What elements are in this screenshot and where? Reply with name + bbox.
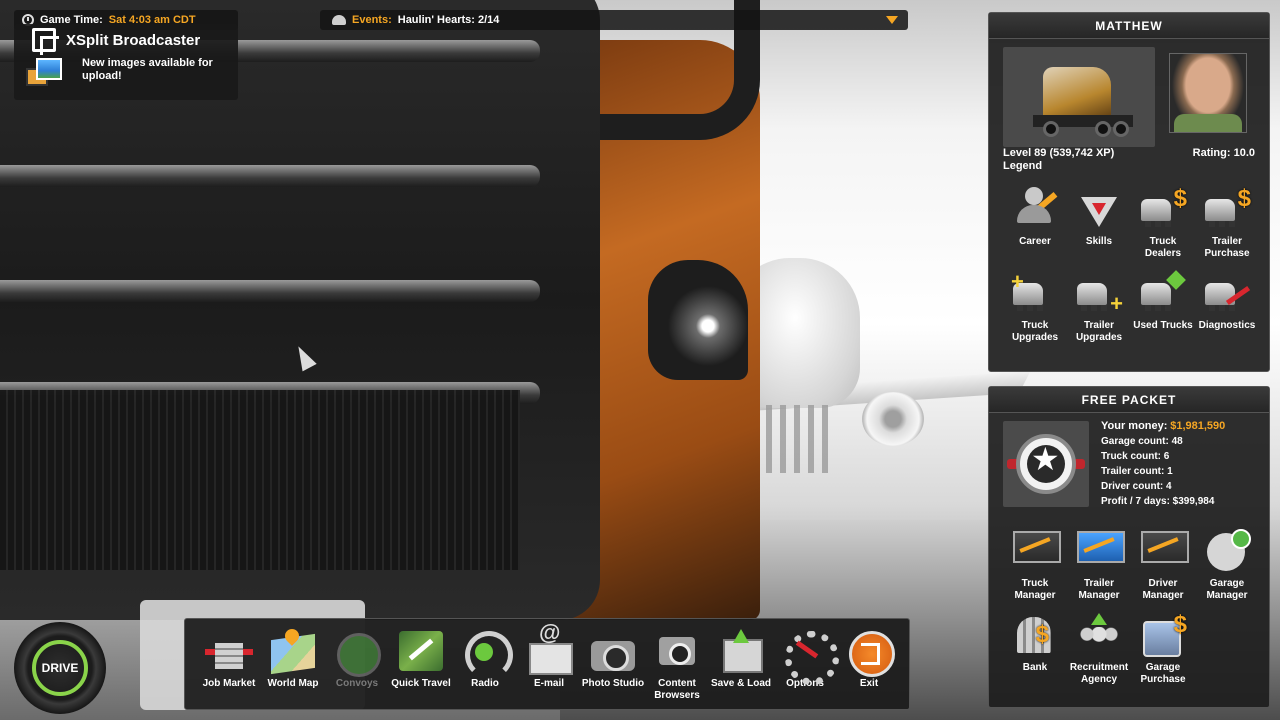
bank-icon: $	[1011, 613, 1059, 657]
trailer-upgrades-button[interactable]: + Trailer Upgrades	[1067, 269, 1131, 353]
save-load-button[interactable]: Save & Load	[709, 619, 773, 709]
company-menu: Truck Manager Trailer Manager Driver Man…	[1003, 527, 1259, 695]
trailer-count: Trailer count: 1	[1101, 466, 1173, 477]
diagnostics-button[interactable]: Diagnostics	[1195, 269, 1259, 353]
company-name: FREE PACKET	[989, 387, 1269, 413]
convoys-button[interactable]: Convoys	[325, 619, 389, 709]
save-load-icon	[717, 629, 765, 673]
convoys-icon	[333, 629, 381, 677]
airplane-landing-gear	[758, 405, 834, 473]
events-bar[interactable]: Events: Haulin' Hearts: 2/14	[320, 10, 908, 30]
skills-button[interactable]: Skills	[1067, 185, 1131, 269]
star-icon: ★	[1031, 441, 1060, 477]
career-button[interactable]: Career	[1003, 185, 1067, 269]
trailer-manager-button[interactable]: Trailer Manager	[1067, 527, 1131, 611]
photo-studio-button[interactable]: Photo Studio	[581, 619, 645, 709]
trailer-upgrades-icon: +	[1075, 271, 1123, 315]
truck-manager-icon	[1011, 529, 1061, 573]
notification-app-name: XSplit Broadcaster	[66, 32, 201, 49]
garage-count: Garage count: 48	[1101, 436, 1183, 447]
company-panel: FREE PACKET ★ Your money: $1,981,590 Gar…	[988, 386, 1270, 708]
profile-menu: Career Skills $ Truck Dealers $ Trailer …	[1003, 185, 1259, 353]
recruitment-agency-button[interactable]: Recruitment Agency	[1067, 611, 1131, 695]
content-browsers-icon	[653, 629, 701, 673]
recruitment-agency-icon	[1075, 613, 1123, 657]
money-value: $1,981,590	[1170, 420, 1226, 432]
exit-icon	[845, 629, 895, 677]
bumper-mesh	[0, 390, 520, 570]
avatar[interactable]	[1169, 53, 1247, 133]
garage-purchase-icon: $	[1139, 613, 1187, 657]
truck-dealers-icon: $	[1139, 187, 1187, 231]
truck-dealers-button[interactable]: $ Truck Dealers	[1131, 185, 1195, 269]
email-button[interactable]: E-mail	[517, 619, 581, 709]
truck-headlight	[648, 260, 748, 380]
company-emblem: ★	[1003, 421, 1089, 507]
career-icon	[1011, 187, 1059, 231]
garage-manager-button[interactable]: Garage Manager	[1195, 527, 1259, 611]
diagnostics-icon	[1203, 271, 1251, 315]
email-icon	[525, 627, 573, 675]
profile-rank: Legend	[1003, 160, 1043, 172]
truck-count: Truck count: 6	[1101, 451, 1170, 462]
radio-button[interactable]: Radio	[453, 619, 517, 709]
airplane-engine	[862, 392, 924, 446]
profile-level: Level 89 (539,742 XP)	[1003, 147, 1115, 159]
xsplit-logo-icon	[32, 28, 59, 55]
trailer-purchase-icon: $	[1203, 187, 1251, 231]
options-icon	[781, 629, 839, 685]
quick-travel-icon	[397, 629, 445, 673]
bottom-menu-bar: Job Market World Map Convoys Quick Trave…	[184, 618, 910, 710]
job-market-icon	[205, 629, 253, 673]
content-browsers-button[interactable]: Content Browsers	[645, 619, 709, 709]
exit-button[interactable]: Exit	[837, 619, 901, 709]
events-icon	[332, 15, 346, 25]
truck-upgrades-icon: +	[1011, 271, 1059, 315]
skills-icon	[1075, 187, 1123, 231]
trailer-purchase-button[interactable]: $ Trailer Purchase	[1195, 185, 1259, 269]
used-trucks-icon	[1139, 270, 1187, 315]
xsplit-notification[interactable]: XSplit Broadcaster New images available …	[14, 24, 238, 100]
events-value: Haulin' Hearts: 2/14	[397, 14, 500, 26]
world-map-icon	[269, 629, 317, 673]
job-market-button[interactable]: Job Market	[197, 619, 261, 709]
driver-manager-button[interactable]: Driver Manager	[1131, 527, 1195, 611]
grille-bar	[0, 165, 540, 187]
garage-purchase-button[interactable]: $ Garage Purchase	[1131, 611, 1195, 695]
images-icon	[26, 58, 62, 88]
events-label: Events:	[352, 14, 392, 26]
driver-manager-icon	[1139, 529, 1189, 573]
world-map-button[interactable]: World Map	[261, 619, 325, 709]
driver-count: Driver count: 4	[1101, 481, 1172, 492]
notification-message: New images available for upload!	[82, 57, 213, 82]
options-button[interactable]: Options	[773, 619, 839, 709]
used-trucks-button[interactable]: Used Trucks	[1131, 269, 1195, 353]
current-truck-thumbnail[interactable]	[1003, 47, 1155, 147]
grille-bar	[0, 280, 540, 302]
radio-icon	[461, 629, 513, 679]
truck-manager-button[interactable]: Truck Manager	[1003, 527, 1067, 611]
drive-label: DRIVE	[32, 640, 88, 696]
company-stats: Your money: $1,981,590 Garage count: 48 …	[1101, 419, 1225, 509]
bank-button[interactable]: $ Bank	[1003, 611, 1067, 695]
money-label: Your money:	[1101, 420, 1168, 432]
garage-manager-icon	[1203, 529, 1251, 573]
trailer-manager-icon	[1075, 529, 1125, 573]
quick-travel-button[interactable]: Quick Travel	[389, 619, 453, 709]
profile-name: MATTHEW	[989, 13, 1269, 39]
profile-level-info: Level 89 (539,742 XP) Legend	[1003, 147, 1114, 173]
profit-7-days: Profit / 7 days: $399,984	[1101, 496, 1215, 507]
chevron-down-icon[interactable]	[886, 16, 898, 24]
truck-upgrades-button[interactable]: + Truck Upgrades	[1003, 269, 1067, 353]
profile-panel: MATTHEW Level 89 (539,742 XP) Legend Rat…	[988, 12, 1270, 372]
photo-studio-icon	[589, 629, 637, 673]
profile-rating: Rating: 10.0	[1192, 147, 1255, 159]
drive-button[interactable]: DRIVE	[14, 622, 106, 714]
